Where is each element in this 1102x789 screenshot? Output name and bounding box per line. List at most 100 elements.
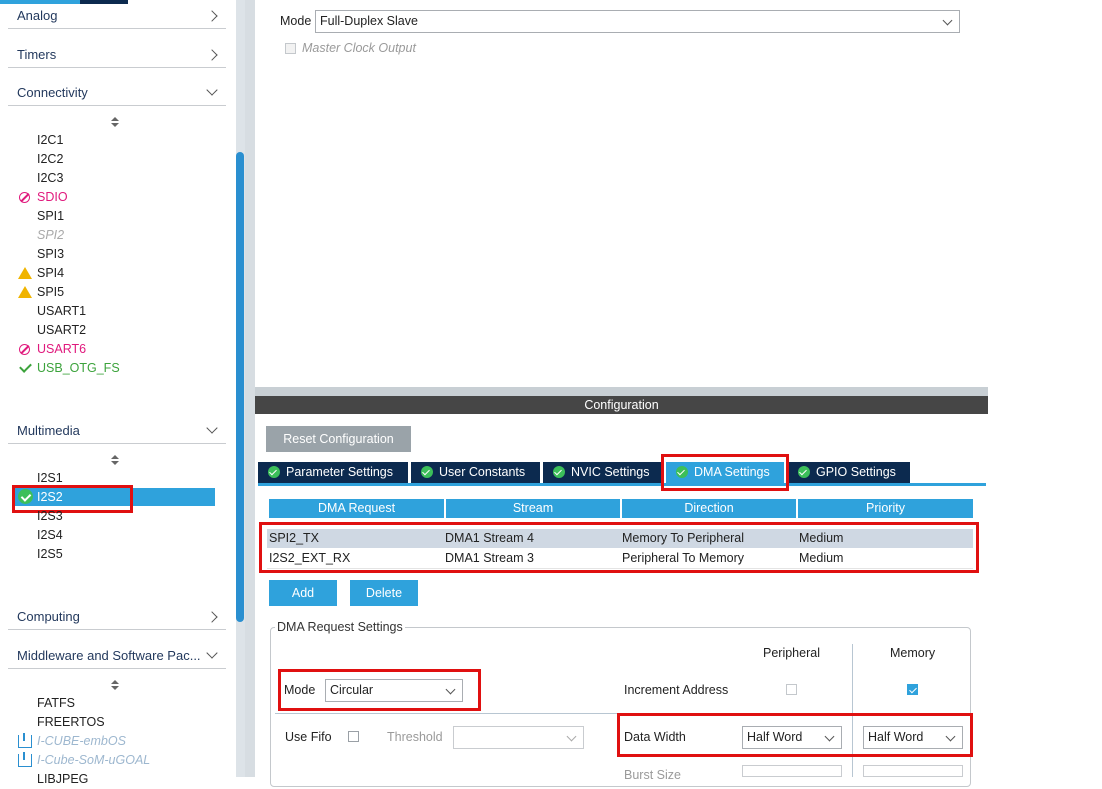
section-multimedia[interactable]: Multimedia — [8, 413, 226, 444]
sidebar-item-i2c2[interactable]: I2C2 — [37, 150, 63, 169]
sort-icon[interactable] — [111, 455, 119, 465]
burst-size-label: Burst Size — [624, 768, 681, 782]
warning-icon — [18, 267, 32, 279]
reset-configuration-button[interactable]: Reset Configuration — [266, 426, 411, 452]
sidebar-item-spi2[interactable]: SPI2 — [37, 226, 64, 245]
right-background — [988, 0, 1102, 777]
sidebar-item-libjpeg[interactable]: LIBJPEG — [37, 770, 88, 789]
dma-request-settings-title: DMA Request Settings — [275, 620, 405, 634]
tab-nvic-settings[interactable]: NVIC Settings — [543, 462, 663, 483]
panel-divider — [245, 0, 255, 777]
sidebar-item-spi5[interactable]: SPI5 — [37, 283, 64, 302]
highlight-box-i2s2 — [12, 485, 133, 513]
highlight-box-dma-mode — [278, 669, 481, 711]
check-circle-icon — [421, 466, 433, 478]
chevron-down-icon — [942, 15, 953, 26]
chevron-down-icon — [566, 731, 577, 742]
sidebar-item-i2s5[interactable]: I2S5 — [37, 545, 63, 564]
sidebar-item-icube-som-ugoal[interactable]: I-Cube-SoM-uGOAL — [37, 751, 150, 770]
master-clock-checkbox[interactable] — [285, 43, 296, 54]
threshold-label: Threshold — [387, 730, 443, 744]
peripheral-burst-size-select[interactable] — [742, 765, 842, 777]
chevron-down-icon — [206, 647, 218, 659]
table-header-direction[interactable]: Direction — [622, 499, 796, 518]
download-icon — [18, 733, 32, 748]
section-connectivity-label: Connectivity — [17, 85, 88, 100]
mode-select-value: Full-Duplex Slave — [320, 14, 418, 28]
chevron-down-icon — [206, 84, 218, 96]
memory-burst-size-select[interactable] — [863, 765, 963, 777]
section-multimedia-label: Multimedia — [17, 423, 80, 438]
chevron-right-icon — [206, 49, 218, 61]
tab-gpio-settings[interactable]: GPIO Settings — [788, 462, 910, 483]
panel-divider — [255, 387, 988, 396]
chevron-down-icon — [206, 422, 218, 434]
tab-underline — [258, 483, 986, 486]
use-fifo-label: Use Fifo — [285, 730, 332, 744]
section-middleware[interactable]: Middleware and Software Pac... — [8, 638, 226, 669]
warning-icon — [18, 286, 32, 298]
tab-label: Parameter Settings — [286, 465, 393, 479]
tab-parameter-settings[interactable]: Parameter Settings — [258, 462, 408, 483]
threshold-select[interactable] — [453, 726, 584, 749]
sidebar-item-sdio[interactable]: SDIO — [37, 188, 68, 207]
section-computing[interactable]: Computing — [8, 599, 226, 630]
sidebar-item-spi3[interactable]: SPI3 — [37, 245, 64, 264]
ban-icon — [19, 192, 30, 203]
sidebar-item-i2c1[interactable]: I2C1 — [37, 131, 63, 150]
sidebar-item-icube-embos[interactable]: I-CUBE-embOS — [37, 732, 126, 751]
increment-address-label: Increment Address — [624, 683, 729, 697]
sidebar-item-i2c3[interactable]: I2C3 — [37, 169, 63, 188]
ban-icon — [19, 344, 30, 355]
section-timers[interactable]: Timers — [8, 37, 226, 68]
sidebar-item-fatfs[interactable]: FATFS — [37, 694, 75, 713]
chevron-right-icon — [206, 10, 218, 22]
check-circle-icon — [268, 466, 280, 478]
download-icon — [18, 752, 32, 767]
highlight-box-dma-table — [259, 522, 979, 573]
chevron-right-icon — [206, 611, 218, 623]
configuration-title: Configuration — [255, 396, 988, 414]
sidebar-item-usart1[interactable]: USART1 — [37, 302, 86, 321]
section-timers-label: Timers — [17, 47, 57, 62]
sidebar-item-i2s3[interactable]: I2S3 — [37, 507, 63, 526]
tab-user-constants[interactable]: User Constants — [411, 462, 540, 483]
check-circle-icon — [553, 466, 565, 478]
add-button[interactable]: Add — [269, 580, 337, 606]
tab-label: User Constants — [439, 465, 526, 479]
mode-label: Mode — [280, 14, 312, 28]
sort-icon[interactable] — [111, 680, 119, 690]
sidebar-item-freertos[interactable]: FREERTOS — [37, 713, 105, 732]
section-connectivity[interactable]: Connectivity — [8, 75, 226, 106]
highlight-box-dma-tab — [661, 454, 789, 491]
sidebar-item-spi4[interactable]: SPI4 — [37, 264, 64, 283]
section-computing-label: Computing — [17, 609, 80, 624]
section-analog[interactable]: Analog — [8, 0, 226, 29]
tab-label: NVIC Settings — [571, 465, 650, 479]
mode-panel — [255, 0, 988, 387]
mode-select[interactable]: Full-Duplex Slave — [315, 10, 960, 33]
tab-label: GPIO Settings — [816, 465, 896, 479]
sidebar-item-usart2[interactable]: USART2 — [37, 321, 86, 340]
section-analog-label: Analog — [17, 8, 58, 23]
memory-header: Memory — [890, 646, 936, 660]
sidebar-scrollbar-thumb[interactable] — [236, 152, 244, 622]
sidebar-item-i2s4[interactable]: I2S4 — [37, 526, 63, 545]
sidebar-item-usart6[interactable]: USART6 — [37, 340, 86, 359]
peripheral-header: Peripheral — [763, 646, 820, 660]
table-header-stream[interactable]: Stream — [446, 499, 620, 518]
section-middleware-label: Middleware and Software Pac... — [17, 648, 201, 663]
sidebar-item-usb-otg-fs[interactable]: USB_OTG_FS — [37, 359, 120, 378]
sort-icon[interactable] — [111, 117, 119, 127]
column-divider — [852, 644, 853, 777]
memory-increment-checkbox[interactable] — [907, 684, 918, 695]
use-fifo-checkbox[interactable] — [348, 731, 359, 742]
table-header-dma-request[interactable]: DMA Request — [269, 499, 444, 518]
highlight-box-data-width — [617, 713, 973, 757]
master-clock-label: Master Clock Output — [302, 41, 416, 55]
peripheral-increment-checkbox[interactable] — [786, 684, 797, 695]
sidebar-item-spi1[interactable]: SPI1 — [37, 207, 64, 226]
delete-button[interactable]: Delete — [350, 580, 418, 606]
check-circle-icon — [798, 466, 810, 478]
table-header-priority[interactable]: Priority — [798, 499, 973, 518]
